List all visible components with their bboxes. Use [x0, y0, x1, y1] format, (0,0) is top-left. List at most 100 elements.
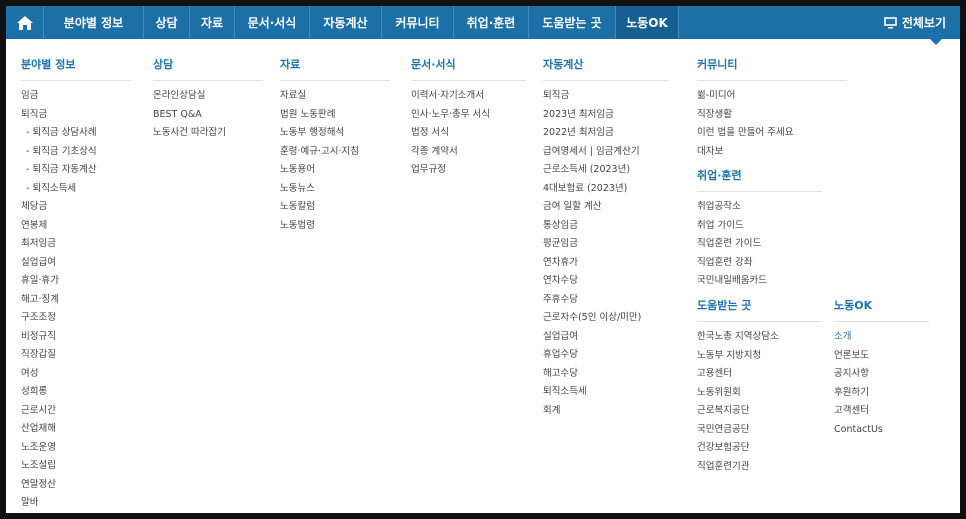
menu-link[interactable]: 통상임금 [543, 220, 668, 239]
home-button[interactable] [6, 6, 44, 39]
menu-link[interactable]: 자료실 [280, 90, 390, 109]
menu-link[interactable]: 평균임금 [543, 238, 668, 257]
menu-link[interactable]: 2022년 최저임금 [543, 127, 668, 146]
monitor-icon [884, 16, 897, 28]
menu-link[interactable]: 퇴직소득세 [543, 386, 668, 405]
menu-link[interactable]: 휴업수당 [543, 349, 668, 368]
menu-link[interactable]: 실업급여 [21, 257, 131, 276]
menu-link[interactable]: 고용센터 [697, 368, 822, 387]
menu-link[interactable]: 온라인상담실 [153, 90, 263, 109]
menu-link[interactable]: 연차수당 [543, 275, 668, 294]
menu-link[interactable]: 직업훈련기관 [697, 461, 822, 480]
menu-link[interactable]: 공지사항 [834, 368, 929, 387]
menu-link[interactable]: 근로시간 [21, 405, 131, 424]
menu-link[interactable]: 여성 [21, 368, 131, 387]
menu-link[interactable]: 노동부 지방지청 [697, 350, 822, 369]
menu-link[interactable]: 취업 가이드 [697, 220, 822, 239]
menu-link[interactable]: 산업재해 [21, 423, 131, 442]
menu-link[interactable]: - 퇴직금 자동계산 [21, 164, 131, 183]
menu-link[interactable]: ContactUs [834, 424, 929, 443]
nav-item-help-places[interactable]: 도움받는 곳 [529, 6, 616, 39]
menu-link[interactable]: 급여명세서 | 임금계산기 [543, 146, 668, 165]
menu-link[interactable]: 알바 [21, 497, 131, 513]
menu-link[interactable]: 임금 [21, 90, 131, 109]
menu-link[interactable]: 노동법령 [280, 220, 390, 239]
menu-link[interactable]: 휴일·휴가 [21, 275, 131, 294]
column-title: 커뮤니티 [697, 56, 847, 81]
menu-link[interactable]: 이력서·자기소개서 [411, 90, 526, 109]
menu-link[interactable]: 노동사건 따라잡기 [153, 127, 263, 146]
menu-link[interactable]: 4대보험료 (2023년) [543, 183, 668, 202]
menu-link[interactable]: 법정 서식 [411, 127, 526, 146]
menu-link[interactable]: 연봉제 [21, 220, 131, 239]
menu-link[interactable]: 체당금 [21, 201, 131, 220]
menu-link[interactable]: 언론보도 [834, 350, 929, 369]
menu-link[interactable]: 대자보 [697, 146, 847, 165]
menu-link[interactable]: 2023년 최저임금 [543, 109, 668, 128]
nav-item-nodongok[interactable]: 노동OK [616, 6, 679, 39]
menu-link[interactable]: 근로소득세 (2023년) [543, 164, 668, 183]
menu-link[interactable]: 직장생활 [697, 109, 847, 128]
menu-link[interactable]: 노동용어 [280, 164, 390, 183]
menu-link[interactable]: 각종 계약서 [411, 146, 526, 165]
menu-link[interactable]: 회계 [543, 405, 668, 424]
menu-link[interactable]: 국민내일배움카드 [697, 275, 822, 294]
menu-link[interactable]: 쓂-미디어 [697, 90, 847, 109]
menu-link[interactable]: 소개 [834, 331, 929, 350]
menu-link[interactable]: 직업훈련 가이드 [697, 238, 822, 257]
nav-item-consult[interactable]: 상담 [144, 6, 190, 39]
nav-item-data[interactable]: 자료 [190, 6, 235, 39]
menu-link[interactable]: 노동위원회 [697, 387, 822, 406]
menu-link[interactable]: 해고수당 [543, 368, 668, 387]
menu-link[interactable]: 실업급여 [543, 331, 668, 350]
column-title: 문서·서식 [411, 56, 526, 81]
menu-link[interactable]: 국민연금공단 [697, 424, 822, 443]
menu-link[interactable]: 업무규정 [411, 164, 526, 183]
menu-link[interactable]: 최저임금 [21, 238, 131, 257]
menu-link[interactable]: 구조조정 [21, 312, 131, 331]
menu-link[interactable]: 고객센터 [834, 405, 929, 424]
menu-link[interactable]: 근로복지공단 [697, 405, 822, 424]
menu-link[interactable]: 퇴직금 [21, 109, 131, 128]
column-title: 자동계산 [543, 56, 668, 81]
menu-link[interactable]: 훈령·예규·고시·지침 [280, 146, 390, 165]
menu-link[interactable]: 노조설립 [21, 460, 131, 479]
menu-link[interactable]: 후원하기 [834, 387, 929, 406]
menu-link[interactable]: 근로자수(5인 이상/미만) [543, 312, 668, 331]
nav-item-field-info[interactable]: 분야별 정보 [44, 6, 144, 39]
mega-menu-window: 분야별 정보 상담 자료 문서·서식 자동계산 커뮤니티 취업·훈련 도움받는 … [6, 6, 960, 513]
nav-item-docs[interactable]: 문서·서식 [235, 6, 310, 39]
menu-link[interactable]: 직업훈련 강좌 [697, 257, 822, 276]
menu-link[interactable]: 비정규직 [21, 331, 131, 350]
menu-link[interactable]: 법원 노동판례 [280, 109, 390, 128]
column-community: 커뮤니티 쓂-미디어 직장생활 이런 법을 만들어 주세요 대자보 [697, 56, 847, 164]
nav-item-community[interactable]: 커뮤니티 [382, 6, 454, 39]
menu-link[interactable]: - 퇴직금 기초상식 [21, 146, 131, 165]
menu-link[interactable]: 금여 일할 계산 [543, 201, 668, 220]
menu-link[interactable]: 인사·노무·총무 서식 [411, 109, 526, 128]
menu-link[interactable]: - 퇴직금 상담사례 [21, 127, 131, 146]
menu-link[interactable]: 취업공작소 [697, 201, 822, 220]
menu-link[interactable]: 노동부 행정해석 [280, 127, 390, 146]
menu-link[interactable]: 퇴직금 [543, 90, 668, 109]
menu-link[interactable]: 성희롱 [21, 386, 131, 405]
menu-link[interactable]: BEST Q&A [153, 109, 263, 128]
nav-item-jobs-training[interactable]: 취업·훈련 [454, 6, 529, 39]
menu-link[interactable]: 연말정산 [21, 479, 131, 498]
menu-link[interactable]: 연차휴가 [543, 257, 668, 276]
menu-link[interactable]: 이런 법을 만들어 주세요 [697, 127, 847, 146]
menu-link[interactable]: 노동칼럼 [280, 201, 390, 220]
menu-link[interactable]: 노동뉴스 [280, 183, 390, 202]
menu-link[interactable]: 한국노총 지역상담소 [697, 331, 822, 350]
menu-link[interactable]: - 퇴직소득세 [21, 183, 131, 202]
column-data: 자료 자료실 법원 노동판례 노동부 행정해석 훈령·예규·고시·지침 노동용어 노동뉴스… [280, 56, 390, 238]
menu-link[interactable]: 해고·징계 [21, 294, 131, 313]
menu-list: 퇴직금 2023년 최저임금 2022년 최저임금 급여명세서 | 임금계산기 근로소득… [543, 90, 668, 423]
nav-item-auto-calc[interactable]: 자동계산 [310, 6, 382, 39]
full-view-button[interactable]: 전체보기 [884, 6, 946, 39]
menu-link[interactable]: 노조운영 [21, 442, 131, 461]
full-view-label: 전체보기 [901, 16, 946, 30]
menu-link[interactable]: 주휴수당 [543, 294, 668, 313]
menu-link[interactable]: 직장갑질 [21, 349, 131, 368]
menu-link[interactable]: 건강보험공단 [697, 442, 822, 461]
